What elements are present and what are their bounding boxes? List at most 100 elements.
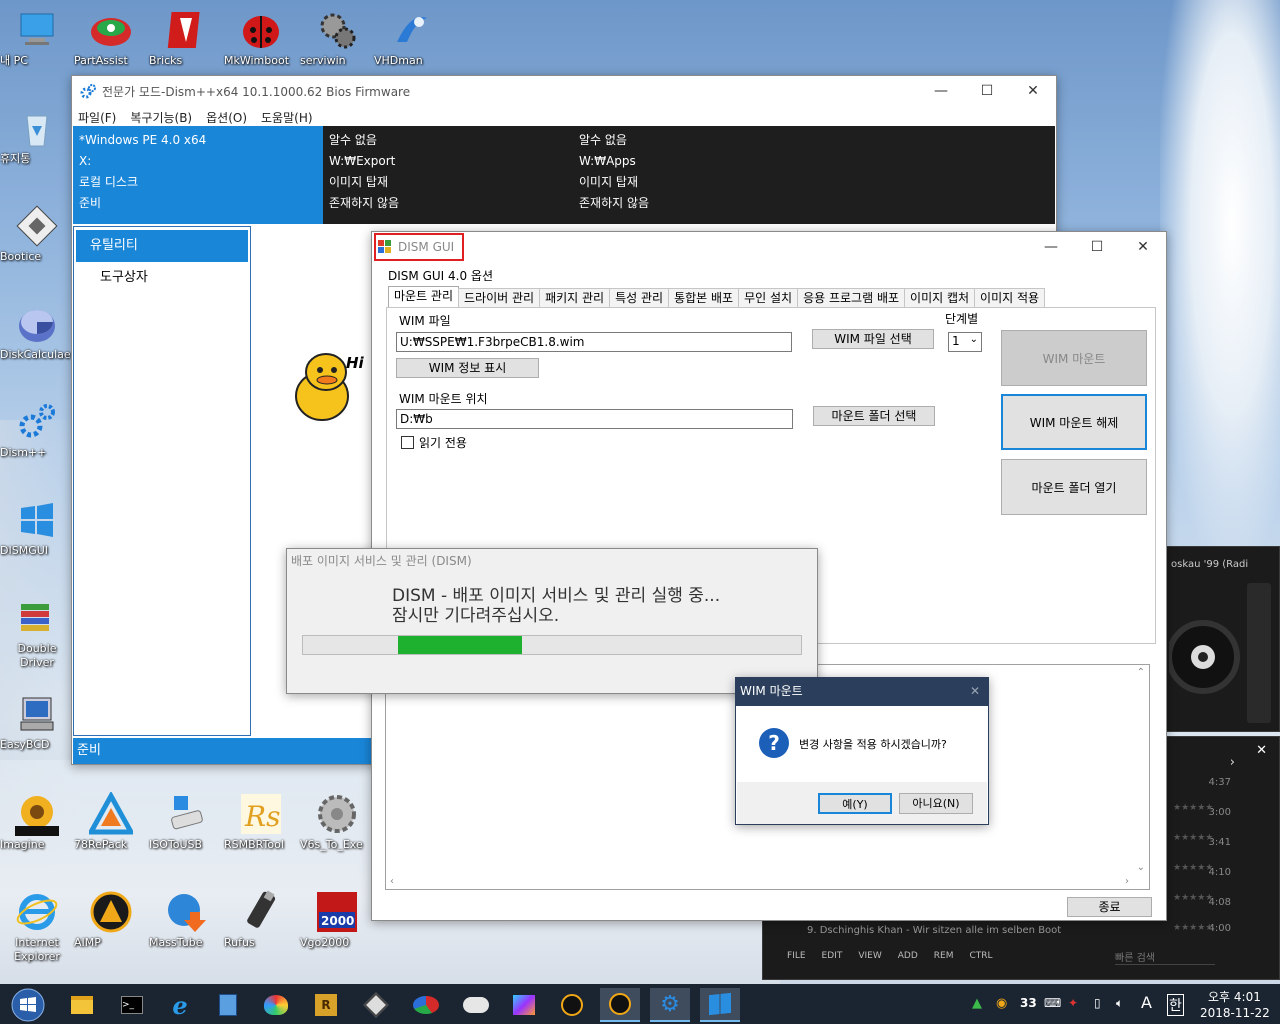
taskbar-partassist[interactable] xyxy=(406,988,446,1022)
desktop-icon-vhdman[interactable]: VHDman xyxy=(374,8,448,67)
wim-unmount-button[interactable]: WIM 마운트 해제 xyxy=(1001,394,1147,450)
aimp-search-input[interactable]: 빠른 검색 xyxy=(1115,949,1215,965)
session-column-export[interactable]: 알수 없음 W:₩Export 이미지 탑재 존재하지 않음 xyxy=(323,126,573,224)
aimp-view-button[interactable]: VIEW xyxy=(858,951,881,961)
desktop-icon-rufus[interactable]: Rufus xyxy=(224,890,298,949)
aimp-file-button[interactable]: FILE xyxy=(787,951,806,961)
tray-usb-icon[interactable]: ▯ xyxy=(1094,996,1101,1010)
tab-integrated-deploy[interactable]: 통합본 배포 xyxy=(668,288,740,307)
tray-keyboard-icon[interactable]: ⌨ xyxy=(1044,996,1061,1010)
readonly-checkbox[interactable] xyxy=(401,436,414,449)
desktop-icon-dism-plus[interactable]: Dism++ xyxy=(0,400,74,459)
desktop-icon-internet-explorer[interactable]: Internet Explorer xyxy=(0,890,74,963)
session-column-winpe[interactable]: *Windows PE 4.0 x64 X: 로컬 디스크 준비 xyxy=(73,126,323,224)
tab-driver-management[interactable]: 드라이버 관리 xyxy=(458,288,541,307)
aimp-rem-button[interactable]: REM xyxy=(934,951,954,961)
index-select[interactable]: 1 ⌄ xyxy=(948,332,982,352)
taskbar-bootice[interactable] xyxy=(356,988,396,1022)
desktop-icon-mkwimboot[interactable]: MkWimboot xyxy=(224,8,298,67)
tray-network-icon[interactable]: ▲ xyxy=(972,996,982,1011)
dism-gui-titlebar[interactable]: DISM GUI — ☐ ✕ xyxy=(372,232,1166,262)
wim-file-select-button[interactable]: WIM 파일 선택 xyxy=(812,329,934,349)
wim-file-input[interactable]: U:₩SSPE₩1.F3brpeCB1.8.wim xyxy=(396,332,792,352)
confirm-dialog-titlebar[interactable]: WIM 마운트 ✕ xyxy=(736,678,988,706)
desktop-icon-vgo2000[interactable]: 2000 Vgo2000 xyxy=(300,890,374,949)
wim-mount-button[interactable]: WIM 마운트 xyxy=(1001,330,1147,386)
close-button[interactable]: ✕ xyxy=(1010,76,1056,106)
desktop-icon-bricks[interactable]: Bricks xyxy=(149,8,223,67)
desktop-icon-serviwin[interactable]: serviwin xyxy=(300,8,374,67)
tray-clock-time[interactable]: 오후 4:01 xyxy=(1208,988,1261,1005)
menu-file[interactable]: 파일(F) xyxy=(78,109,116,126)
aimp-add-button[interactable]: ADD xyxy=(898,951,918,961)
desktop-icon-isotousb[interactable]: ISOToUSB xyxy=(149,792,223,851)
menu-help[interactable]: 도움말(H) xyxy=(261,109,313,126)
desktop-icon-my-pc[interactable]: 내 PC xyxy=(0,8,74,67)
tab-mount-management[interactable]: 마운트 관리 xyxy=(388,286,460,307)
close-icon[interactable]: ✕ xyxy=(970,678,980,706)
tab-feature-management[interactable]: 특성 관리 xyxy=(609,288,670,307)
scroll-left-icon[interactable]: ‹ xyxy=(390,876,394,887)
taskbar-media[interactable] xyxy=(504,988,544,1022)
tray-clock-date[interactable]: 2018-11-22 xyxy=(1200,1006,1270,1020)
tab-package-management[interactable]: 패키지 관리 xyxy=(539,288,611,307)
exit-button[interactable]: 종료 xyxy=(1067,897,1152,917)
taskbar-notepad[interactable] xyxy=(208,988,248,1022)
maximize-button[interactable]: ☐ xyxy=(1074,232,1120,262)
desktop-icon-bootice[interactable]: Bootice xyxy=(0,204,74,263)
aimp-volume-knob[interactable] xyxy=(1247,583,1271,723)
close-button[interactable]: ✕ xyxy=(1120,232,1166,262)
desktop-icon-imagine[interactable]: Imagine xyxy=(0,792,74,851)
minimize-button[interactable]: — xyxy=(1028,232,1074,262)
taskbar-file-explorer[interactable] xyxy=(62,988,102,1022)
desktop-icon-aimp[interactable]: AIMP xyxy=(74,890,148,949)
tab-unattended-setup[interactable]: 무인 설치 xyxy=(738,288,799,307)
taskbar-paint[interactable] xyxy=(256,988,296,1022)
minimize-button[interactable]: — xyxy=(918,76,964,106)
open-mount-folder-button[interactable]: 마운트 폴더 열기 xyxy=(1001,459,1147,515)
session-column-apps[interactable]: 알수 없음 W:₩Apps 이미지 탑재 존재하지 않음 xyxy=(573,126,823,224)
wim-info-button[interactable]: WIM 정보 표시 xyxy=(396,358,539,378)
taskbar-dism-plus[interactable]: ⚙ xyxy=(650,988,690,1022)
taskbar-aimp-playing[interactable] xyxy=(600,988,640,1022)
desktop-icon-78repack[interactable]: 78RePack xyxy=(74,790,148,851)
menu-recovery[interactable]: 복구기능(B) xyxy=(130,109,192,126)
tray-volume-icon[interactable]: 🔈︎ xyxy=(1116,996,1123,1011)
tray-security-icon[interactable]: ✦ xyxy=(1068,996,1078,1010)
desktop-icon-masstube[interactable]: MassTube xyxy=(149,890,223,949)
tray-language-indicator[interactable]: A xyxy=(1141,993,1152,1012)
tray-ime-indicator[interactable]: 한 xyxy=(1167,994,1184,1016)
aimp-edit-button[interactable]: EDIT xyxy=(822,951,843,961)
dism-plus-titlebar[interactable]: 전문가 모드-Dism++x64 10.1.1000.62 Bios Firmw… xyxy=(72,76,1056,106)
tab-image-capture[interactable]: 이미지 캡처 xyxy=(904,288,976,307)
menu-options[interactable]: 옵션(O) xyxy=(206,109,247,126)
tray-aimp-icon[interactable]: ◉ xyxy=(996,996,1007,1011)
dism-gui-options-menu[interactable]: DISM GUI 4.0 옵션 xyxy=(388,267,493,284)
taskbar-cloud[interactable] xyxy=(456,988,496,1022)
scroll-up-icon[interactable]: ⌃ xyxy=(1137,667,1145,678)
aimp-expand-icon[interactable]: › xyxy=(1230,755,1235,770)
maximize-button[interactable]: ☐ xyxy=(964,76,1010,106)
nav-toolbox[interactable]: 도구상자 xyxy=(74,262,250,294)
start-button[interactable] xyxy=(6,988,50,1022)
desktop-icon-rsmbrtool[interactable]: Rs RSMBRTool xyxy=(224,792,298,851)
scroll-right-icon[interactable]: › xyxy=(1125,876,1129,887)
scroll-down-icon[interactable]: ⌄ xyxy=(1137,862,1145,873)
desktop-icon-recycle-bin[interactable]: 휴지통 xyxy=(0,106,74,165)
aimp-ctrl-button[interactable]: CTRL xyxy=(969,951,992,961)
taskbar-aimp[interactable] xyxy=(552,988,592,1022)
tab-image-apply[interactable]: 이미지 적용 xyxy=(974,288,1046,307)
yes-button[interactable]: 예(Y) xyxy=(818,793,892,814)
taskbar-rsmbr[interactable]: R xyxy=(306,988,346,1022)
desktop-icon-v6s-to-exe[interactable]: V6s_To_Exe xyxy=(300,792,374,851)
mount-location-input[interactable]: D:₩b xyxy=(396,409,793,429)
nav-utilities[interactable]: 유틸리티 xyxy=(76,230,248,262)
desktop-icon-dismgui[interactable]: DISMGUI xyxy=(0,498,74,557)
no-button[interactable]: 아니요(N) xyxy=(899,793,973,814)
desktop-icon-easybcd[interactable]: EasyBCD xyxy=(0,692,74,751)
desktop-icon-diskcalculator[interactable]: DiskCalculae xyxy=(0,302,74,361)
aimp-current-track[interactable]: 9. Dschinghis Khan - Wir sitzen alle im … xyxy=(807,925,1061,936)
tray-number-badge[interactable]: 33 xyxy=(1020,996,1037,1010)
mount-folder-select-button[interactable]: 마운트 폴더 선택 xyxy=(813,406,935,426)
taskbar-cmd[interactable]: >_ xyxy=(112,988,152,1022)
